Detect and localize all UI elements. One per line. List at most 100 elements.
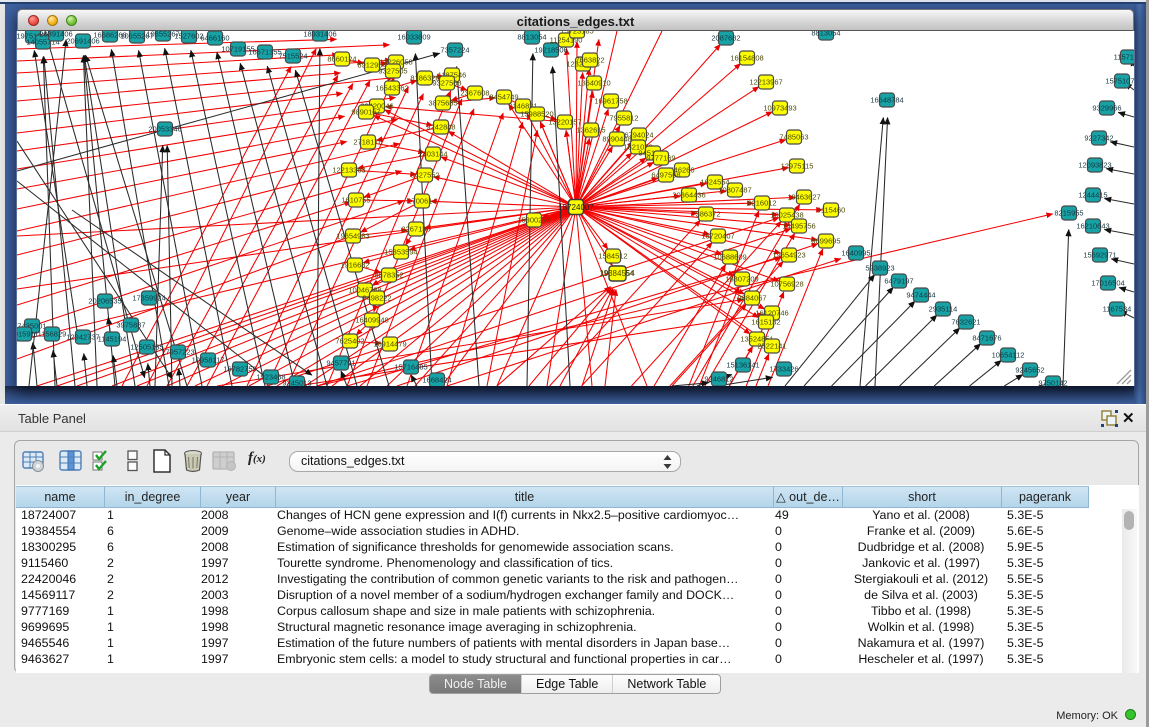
svg-text:7632621: 7632621 xyxy=(951,318,980,327)
svg-text:17957223: 17957223 xyxy=(161,348,194,357)
svg-text:6479197: 6479197 xyxy=(884,277,913,286)
svg-text:9750142: 9750142 xyxy=(1038,379,1067,387)
svg-text:10958117: 10958117 xyxy=(192,356,225,365)
svg-text:8215955: 8215955 xyxy=(1054,209,1083,218)
svg-text:1668424: 1668424 xyxy=(422,376,451,385)
svg-text:3915911: 3915911 xyxy=(17,330,38,339)
svg-text:7955812: 7955812 xyxy=(609,114,638,123)
svg-text:15353594: 15353594 xyxy=(384,248,417,257)
svg-text:10756928: 10756928 xyxy=(770,280,803,289)
svg-text:16782759: 16782759 xyxy=(223,365,256,374)
svg-text:20053346: 20053346 xyxy=(148,125,181,134)
svg-text:10654112: 10654112 xyxy=(992,351,1025,360)
svg-text:17016504: 17016504 xyxy=(1091,279,1124,288)
svg-text:9327505: 9327505 xyxy=(378,67,407,76)
svg-text:10025438: 10025438 xyxy=(770,211,803,220)
svg-text:16154808: 16154808 xyxy=(730,54,763,63)
svg-text:7663822: 7663822 xyxy=(575,56,604,65)
svg-text:12093823: 12093823 xyxy=(1078,161,1111,170)
svg-text:1244415: 1244415 xyxy=(1078,191,1107,200)
svg-text:1156829: 1156829 xyxy=(38,330,67,339)
svg-text:16210643: 16210643 xyxy=(1076,222,1109,231)
svg-text:9777169: 9777169 xyxy=(646,154,675,163)
svg-text:1916682: 1916682 xyxy=(340,261,369,270)
svg-text:12975115: 12975115 xyxy=(781,162,814,171)
svg-text:15751074: 15751074 xyxy=(1105,77,1134,86)
svg-text:3267130: 3267130 xyxy=(401,225,430,234)
svg-text:7386372: 7386372 xyxy=(691,210,720,219)
svg-text:9115460: 9115460 xyxy=(817,206,846,215)
svg-text:7357224: 7357224 xyxy=(440,46,469,55)
svg-text:6216012: 6216012 xyxy=(747,199,776,208)
svg-text:9242848: 9242848 xyxy=(426,123,455,132)
svg-text:12942737: 12942737 xyxy=(66,333,99,342)
svg-text:16914479: 16914479 xyxy=(373,340,406,349)
svg-text:5938923: 5938923 xyxy=(865,264,894,273)
svg-text:15720407: 15720407 xyxy=(701,232,734,241)
svg-text:1733426: 1733426 xyxy=(769,365,798,374)
svg-text:9245652: 9245652 xyxy=(1015,366,1044,375)
svg-text:1157107: 1157107 xyxy=(1114,53,1134,62)
svg-text:12505135: 12505135 xyxy=(130,343,163,352)
svg-text:10973493: 10973493 xyxy=(763,104,796,113)
svg-text:17359924: 17359924 xyxy=(132,294,165,303)
svg-text:15136141: 15136141 xyxy=(726,361,759,370)
svg-text:9474444: 9474444 xyxy=(906,291,935,300)
svg-text:1362615: 1362615 xyxy=(576,126,605,135)
svg-text:1527602: 1527602 xyxy=(174,32,203,41)
svg-text:1923468: 1923468 xyxy=(256,373,285,382)
svg-text:9227342: 9227342 xyxy=(1084,134,1113,143)
svg-text:6497568: 6497568 xyxy=(651,171,680,180)
svg-text:10807487: 10807487 xyxy=(718,186,751,195)
svg-text:20206535: 20206535 xyxy=(88,297,121,306)
svg-text:6466160: 6466160 xyxy=(200,34,229,43)
svg-text:12213967: 12213967 xyxy=(749,78,782,87)
svg-text:12213363: 12213363 xyxy=(332,166,365,175)
svg-text:9498222: 9498222 xyxy=(362,294,391,303)
svg-text:14495756: 14495756 xyxy=(782,222,815,231)
svg-text:8813054: 8813054 xyxy=(517,33,546,42)
svg-text:8471676: 8471676 xyxy=(972,334,1001,343)
svg-text:1584512: 1584512 xyxy=(598,252,627,261)
svg-text:16543362: 16543362 xyxy=(375,84,408,93)
svg-text:1145194: 1145194 xyxy=(98,335,127,344)
svg-text:3875685: 3875685 xyxy=(428,99,457,108)
svg-text:9246812: 9246812 xyxy=(704,375,733,384)
svg-text:16648784: 16648784 xyxy=(870,96,903,105)
svg-text:7625402: 7625402 xyxy=(335,337,364,346)
svg-text:3975887: 3975887 xyxy=(116,321,145,330)
svg-text:13640910: 13640910 xyxy=(577,79,610,88)
svg-text:16671355: 16671355 xyxy=(248,48,281,57)
svg-text:2087682: 2087682 xyxy=(711,34,740,43)
svg-text:16033809: 16033809 xyxy=(397,33,430,42)
svg-text:19654923: 19654923 xyxy=(772,251,805,260)
svg-text:6794024: 6794024 xyxy=(624,131,653,140)
svg-text:2522141: 2522141 xyxy=(757,342,786,351)
svg-text:16409948: 16409948 xyxy=(355,316,388,325)
svg-text:8427552: 8427552 xyxy=(410,171,439,180)
svg-text:1640995: 1640995 xyxy=(841,249,870,258)
svg-text:1167534: 1167534 xyxy=(1103,305,1132,314)
svg-text:1700614: 1700614 xyxy=(407,197,436,206)
svg-text:19654983: 19654983 xyxy=(336,232,369,241)
svg-text:9329966: 9329966 xyxy=(1092,104,1121,113)
svg-text:1615132: 1615132 xyxy=(751,318,780,327)
svg-text:9890167: 9890167 xyxy=(351,108,380,117)
svg-text:8813054: 8813054 xyxy=(811,31,840,38)
svg-text:9245013: 9245013 xyxy=(282,379,311,387)
svg-text:1610755: 1610755 xyxy=(341,196,370,205)
svg-text:15723185: 15723185 xyxy=(560,31,593,36)
svg-text:20364436: 20364436 xyxy=(672,191,705,200)
svg-text:9699695: 9699695 xyxy=(811,237,840,246)
svg-text:2367608: 2367608 xyxy=(460,89,489,98)
svg-text:15692971: 15692971 xyxy=(1083,251,1116,260)
svg-text:18807209: 18807209 xyxy=(725,275,758,284)
svg-text:9457791: 9457791 xyxy=(326,359,355,368)
svg-text:8878352: 8878352 xyxy=(374,271,403,280)
svg-text:18931406: 18931406 xyxy=(303,31,336,39)
svg-text:7515524: 7515524 xyxy=(278,52,307,61)
svg-text:16961758: 16961758 xyxy=(594,97,627,106)
svg-text:19463627: 19463627 xyxy=(787,193,820,202)
svg-text:10688609: 10688609 xyxy=(713,253,746,262)
svg-text:19384554: 19384554 xyxy=(599,269,635,278)
